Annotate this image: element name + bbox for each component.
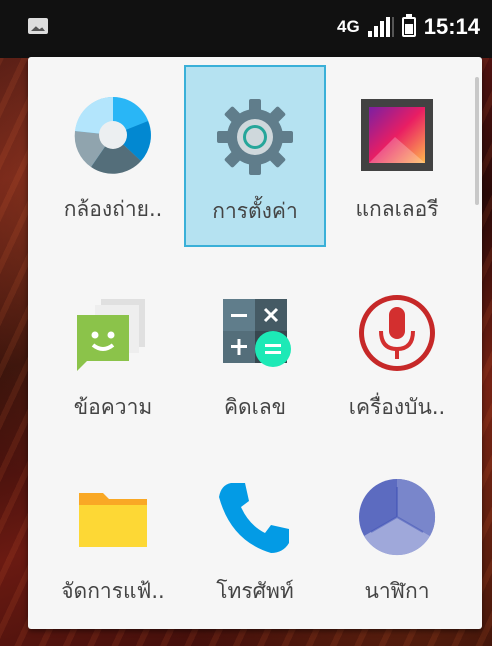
app-camera[interactable]: กล้องถ่าย..: [42, 65, 184, 247]
clock-icon: [359, 478, 436, 556]
clock-time: 15:14: [423, 14, 480, 39]
app-label: คิดเลข: [223, 395, 287, 419]
app-gallery[interactable]: แกลเลอรี: [326, 65, 468, 247]
app-clock[interactable]: นาฬิกา: [326, 447, 468, 629]
calculator-icon: [223, 299, 291, 367]
phone-handset-icon: [219, 483, 289, 553]
message-icon: [77, 299, 145, 371]
gear-icon: [217, 99, 293, 175]
phone-screen: 4G 15:14 กล้องถ่าย.. การตั้งค่า แกลเลอรี…: [0, 0, 492, 646]
app-label: จัดการแฟ้..: [61, 579, 165, 603]
app-label: ข้อความ: [73, 395, 153, 419]
app-label: เครื่องบัน..: [348, 395, 446, 419]
app-messaging[interactable]: ข้อความ: [42, 263, 184, 445]
status-right-group: 4G 15:14: [337, 12, 480, 42]
app-label: นาฬิกา: [364, 579, 430, 603]
app-label: กล้องถ่าย..: [63, 197, 163, 221]
status-bar: 4G 15:14: [0, 0, 492, 58]
app-recorder[interactable]: เครื่องบัน..: [326, 263, 468, 445]
gallery-icon: [361, 99, 433, 171]
app-label: การตั้งค่า: [212, 199, 298, 223]
app-phone[interactable]: โทรศัพท์: [184, 447, 326, 629]
network-type-label: 4G: [337, 17, 360, 36]
app-drawer: กล้องถ่าย.. การตั้งค่า แกลเลอรี ข้อความ …: [28, 57, 482, 629]
drawer-scrollbar[interactable]: [475, 77, 479, 205]
app-file-manager[interactable]: จัดการแฟ้..: [42, 447, 184, 629]
signal-strength-icon: [367, 17, 394, 37]
camera-icon: [74, 96, 151, 174]
app-calculator[interactable]: คิดเลข: [184, 263, 326, 445]
folder-icon: [79, 493, 147, 547]
app-label: แกลเลอรี: [355, 197, 439, 221]
app-label: โทรศัพท์: [216, 579, 294, 603]
microphone-icon: [359, 295, 435, 371]
battery-icon: [401, 14, 416, 37]
app-settings[interactable]: การตั้งค่า: [184, 65, 326, 247]
gallery-notification-icon: [28, 18, 48, 34]
